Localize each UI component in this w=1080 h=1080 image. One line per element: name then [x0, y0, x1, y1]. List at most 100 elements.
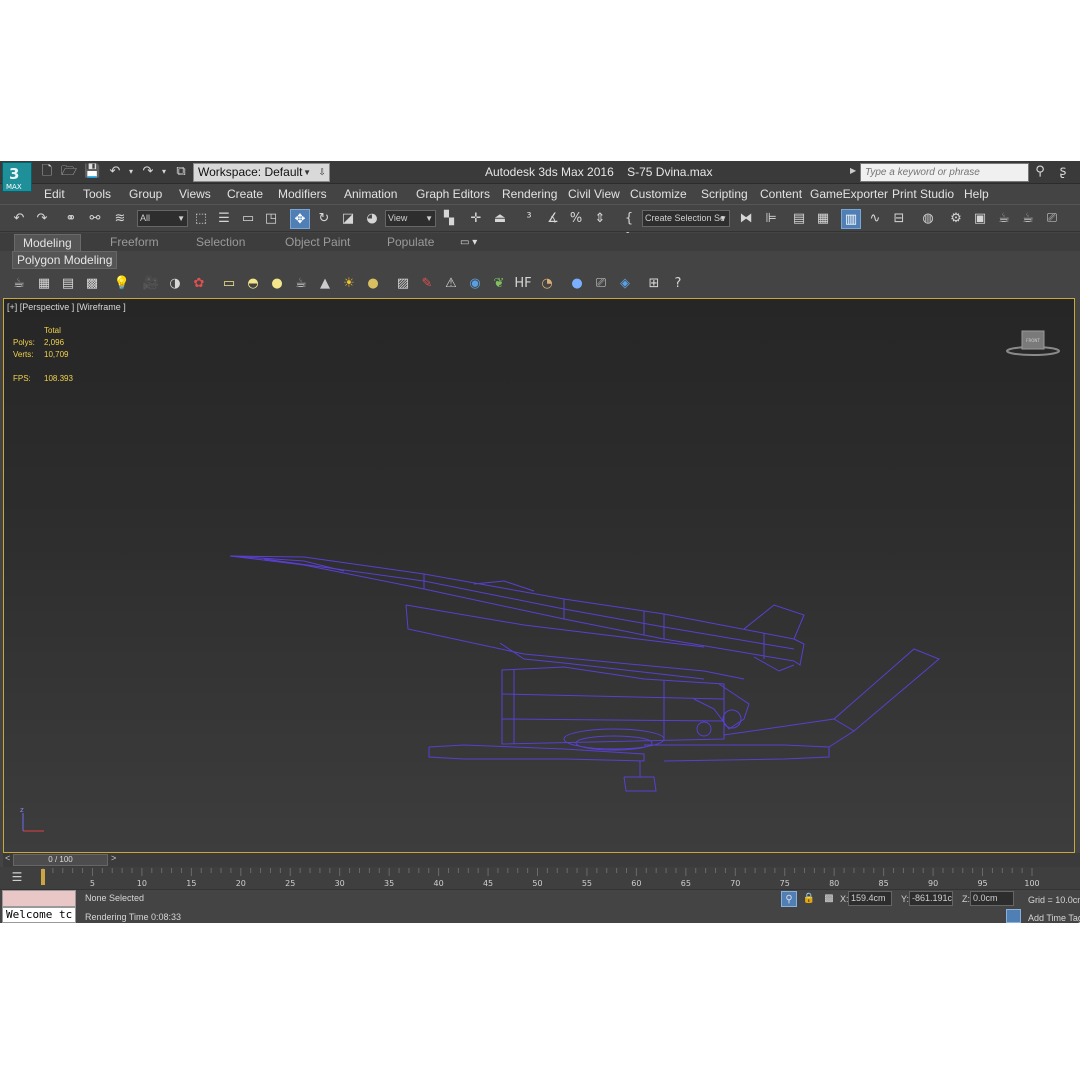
calendar-icon[interactable]: ▦ [34, 274, 54, 294]
mirror-icon[interactable]: ⧓ [736, 209, 756, 229]
menu-views[interactable]: Views [179, 187, 211, 201]
redo-dropdown-icon[interactable]: ▾ [156, 164, 172, 180]
undo-icon[interactable]: ↶ [9, 209, 29, 229]
material-editor-icon[interactable]: ◍ [918, 209, 938, 229]
select-and-scale-icon[interactable]: ◪ [338, 209, 358, 229]
transform-mode-icon[interactable]: ▩ [821, 891, 837, 907]
paint-icon[interactable]: ✎ [417, 274, 437, 294]
isolate-selection-icon[interactable]: ⚲ [781, 891, 797, 907]
save-file-icon[interactable]: 💾 [84, 164, 100, 180]
open-file-icon[interactable]: 🗁 [61, 164, 77, 180]
menu-create[interactable]: Create [227, 187, 263, 201]
particle-icon[interactable]: ✿ [189, 274, 209, 294]
window-crossing-icon[interactable]: ◳ [261, 209, 281, 229]
workspace-dropdown[interactable]: Workspace: Default ▼ ⇩ [193, 163, 330, 182]
search-expand-icon[interactable]: ▶ [850, 166, 856, 175]
helper-icon[interactable]: ◑ [165, 274, 185, 294]
selection-filter-dropdown[interactable]: All ▼ [137, 210, 188, 227]
scene-explorer-icon[interactable]: ▥ [841, 209, 861, 229]
project-folder-icon[interactable]: ⧉ [173, 164, 189, 180]
y-coordinate-field[interactable]: -861.191cm [909, 891, 953, 906]
menu-help[interactable]: Help [964, 187, 989, 201]
teapot-primitive-icon[interactable]: ☕ [291, 274, 311, 294]
hair-icon[interactable]: HF [513, 274, 533, 294]
cone-icon[interactable]: ▲ [315, 274, 335, 294]
material-sphere-icon[interactable]: ● [567, 274, 587, 294]
keyboard-shortcut-override-icon[interactable]: ⏏ [490, 209, 510, 229]
redo-icon[interactable]: ↷ [140, 164, 156, 180]
render-iterative-icon[interactable]: ☕ [1018, 209, 1038, 229]
menu-tools[interactable]: Tools [83, 187, 111, 201]
x-coordinate-field[interactable]: 159.4cm [848, 891, 892, 906]
rectangular-region-icon[interactable]: ▭ [238, 209, 258, 229]
menu-group[interactable]: Group [129, 187, 162, 201]
environment-icon[interactable]: ◈ [615, 274, 635, 294]
geosphere-icon[interactable]: ● [363, 274, 383, 294]
asset-tracking-icon[interactable]: ⊞ [644, 274, 664, 294]
undo-icon[interactable]: ↶ [107, 164, 123, 180]
time-slider[interactable]: < 0 / 100 > [3, 853, 1080, 867]
select-by-name-icon[interactable]: ☰ [214, 209, 234, 229]
app-logo-button[interactable]: 3 MAX [2, 162, 32, 192]
tab-object-paint[interactable]: Object Paint [285, 234, 350, 251]
select-manipulate-icon[interactable]: ✛ [466, 209, 486, 229]
menu-gameexporter[interactable]: GameExporter [810, 187, 888, 201]
render-setup-icon[interactable]: ⚙ [946, 209, 966, 229]
unlink-icon[interactable]: ⚯ [85, 209, 105, 229]
undo-dropdown-icon[interactable]: ▾ [123, 164, 139, 180]
snaps-toggle-icon[interactable]: ³ [519, 209, 539, 229]
rendered-frame-window-icon[interactable]: ▣ [970, 209, 990, 229]
hemisphere-icon[interactable]: ◓ [243, 274, 263, 294]
binoculars-icon[interactable]: ⚲ [1032, 164, 1048, 180]
teapot-icon[interactable]: ☕ [9, 274, 29, 294]
reference-coordinate-dropdown[interactable]: View ▼ [385, 210, 436, 227]
next-frame-icon[interactable]: > [111, 853, 116, 863]
select-and-rotate-icon[interactable]: ↻ [314, 209, 334, 229]
render-in-cloud-icon[interactable]: ⎚ [1042, 209, 1062, 229]
bind-space-warp-icon[interactable]: ≋ [110, 209, 130, 229]
link-icon[interactable]: ⚭ [61, 209, 81, 229]
sculpt-icon[interactable]: ◔ [537, 274, 557, 294]
menu-modifiers[interactable]: Modifiers [278, 187, 327, 201]
select-object-icon[interactable]: ⬚ [191, 209, 211, 229]
box-icon[interactable]: ▭ [219, 274, 239, 294]
list-icon[interactable]: ▤ [58, 274, 78, 294]
align-icon[interactable]: ⊫ [761, 209, 781, 229]
menu-civil-view[interactable]: Civil View [568, 187, 620, 201]
select-and-place-icon[interactable]: ◕ [362, 209, 382, 229]
subscription-icon[interactable]: ʂ [1055, 164, 1071, 180]
tab-freeform[interactable]: Freeform [110, 234, 159, 251]
pivot-center-icon[interactable]: ▚ [439, 209, 459, 229]
polygon-modeling-panel[interactable]: Polygon Modeling [12, 251, 118, 269]
menu-print-studio[interactable]: Print Studio [892, 187, 954, 201]
maxscript-mini-listener[interactable] [2, 890, 76, 907]
angle-snap-icon[interactable]: ∡ [543, 209, 563, 229]
layer-explorer-icon[interactable]: ▤ [789, 209, 809, 229]
search-input[interactable] [860, 163, 1029, 182]
add-time-tag-button[interactable]: Add Time Tag [1028, 913, 1080, 923]
camera-icon[interactable]: 🎥 [141, 274, 161, 294]
help-icon[interactable]: ? [668, 274, 688, 294]
menu-graph-editors[interactable]: Graph Editors [416, 187, 490, 201]
menu-rendering[interactable]: Rendering [502, 187, 557, 201]
render-frame-icon[interactable]: ⎚ [591, 274, 611, 294]
grid-icon[interactable]: ▩ [82, 274, 102, 294]
menu-customize[interactable]: Customize [630, 187, 687, 201]
render-production-icon[interactable]: ☕ [994, 209, 1014, 229]
menu-animation[interactable]: Animation [344, 187, 397, 201]
current-frame-marker[interactable] [41, 869, 45, 885]
perspective-viewport[interactable]: [+] [Perspective ] [Wireframe ] Total Po… [3, 298, 1075, 853]
foliage-icon[interactable]: ❦ [489, 274, 509, 294]
constraint-icon[interactable]: ⚠ [441, 274, 461, 294]
tab-modeling[interactable]: Modeling [14, 234, 81, 251]
globe-icon[interactable]: ◉ [465, 274, 485, 294]
previous-frame-icon[interactable]: < [5, 853, 10, 863]
tab-populate[interactable]: Populate [387, 234, 434, 251]
pattern-icon[interactable]: ▨ [393, 274, 413, 294]
maxscript-output[interactable]: Welcome tc [2, 907, 76, 923]
sun-icon[interactable]: ☀ [339, 274, 359, 294]
curve-editor-icon[interactable]: ∿ [865, 209, 885, 229]
z-coordinate-field[interactable]: 0.0cm [970, 891, 1014, 906]
time-slider-thumb[interactable]: 0 / 100 [13, 854, 108, 866]
light-bulb-icon[interactable]: 💡 [112, 274, 132, 294]
